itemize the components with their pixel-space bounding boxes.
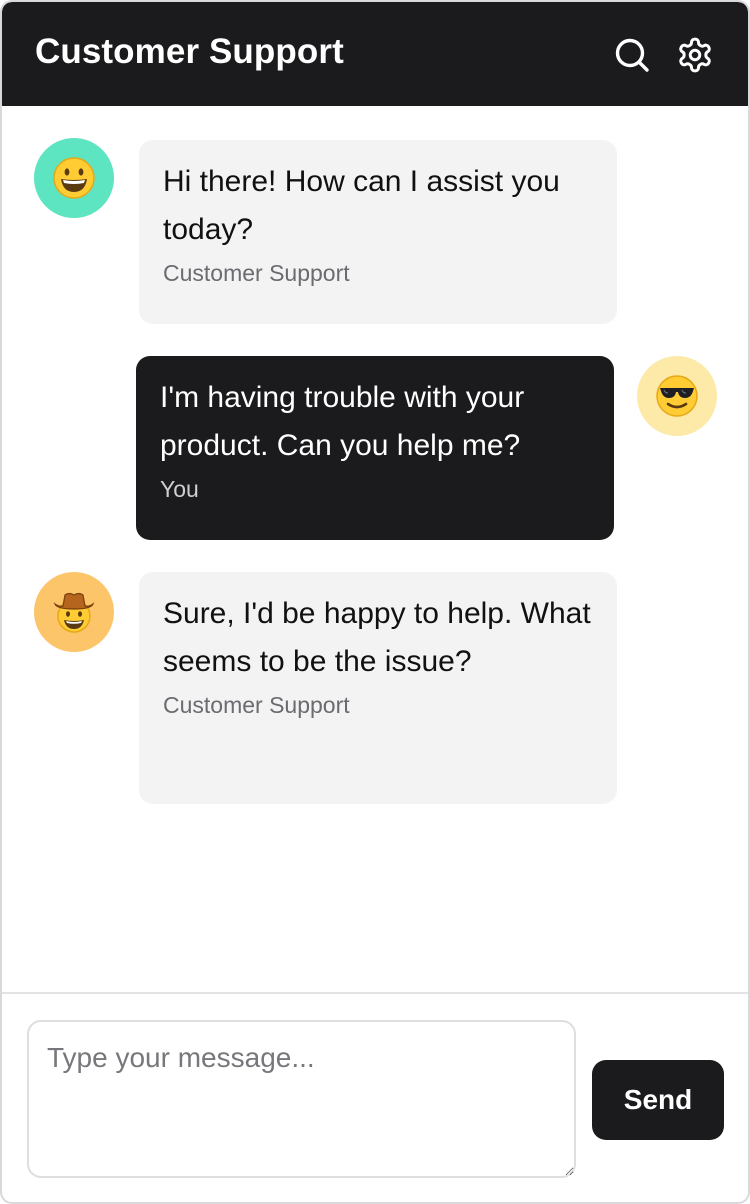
grinning-face-emoji — [53, 157, 95, 199]
search-button[interactable] — [612, 35, 652, 75]
user-avatar — [637, 356, 717, 436]
chat-header: Customer Support — [2, 2, 748, 106]
message-sender: You — [160, 476, 199, 502]
send-button[interactable]: Send — [592, 1060, 724, 1140]
message-composer: Send — [2, 992, 748, 1202]
message-sender: Customer Support — [163, 260, 350, 286]
agent-message-bubble: Hi there! How can I assist you today? Cu… — [139, 140, 617, 324]
search-icon — [615, 38, 649, 72]
message-input[interactable] — [27, 1020, 576, 1178]
message-text: I'm having trouble with your product. Ca… — [160, 381, 525, 462]
message-text: Sure, I'd be happy to help. What seems t… — [163, 597, 591, 678]
message-list: Hi there! How can I assist you today? Cu… — [2, 106, 748, 992]
cowboy-face-emoji — [53, 592, 95, 633]
message-sender: Customer Support — [163, 692, 350, 718]
gear-icon — [679, 37, 711, 73]
sunglasses-face-emoji — [656, 375, 698, 417]
agent-avatar — [34, 138, 114, 218]
chat-window: Customer Support Hi there! How can I ass… — [0, 0, 750, 1204]
agent-avatar — [34, 572, 114, 652]
settings-button[interactable] — [675, 35, 715, 75]
message-text: Hi there! How can I assist you today? — [163, 165, 560, 246]
user-message-bubble: I'm having trouble with your product. Ca… — [136, 356, 614, 540]
agent-message-bubble: Sure, I'd be happy to help. What seems t… — [139, 572, 617, 804]
header-title: Customer Support — [35, 32, 344, 71]
